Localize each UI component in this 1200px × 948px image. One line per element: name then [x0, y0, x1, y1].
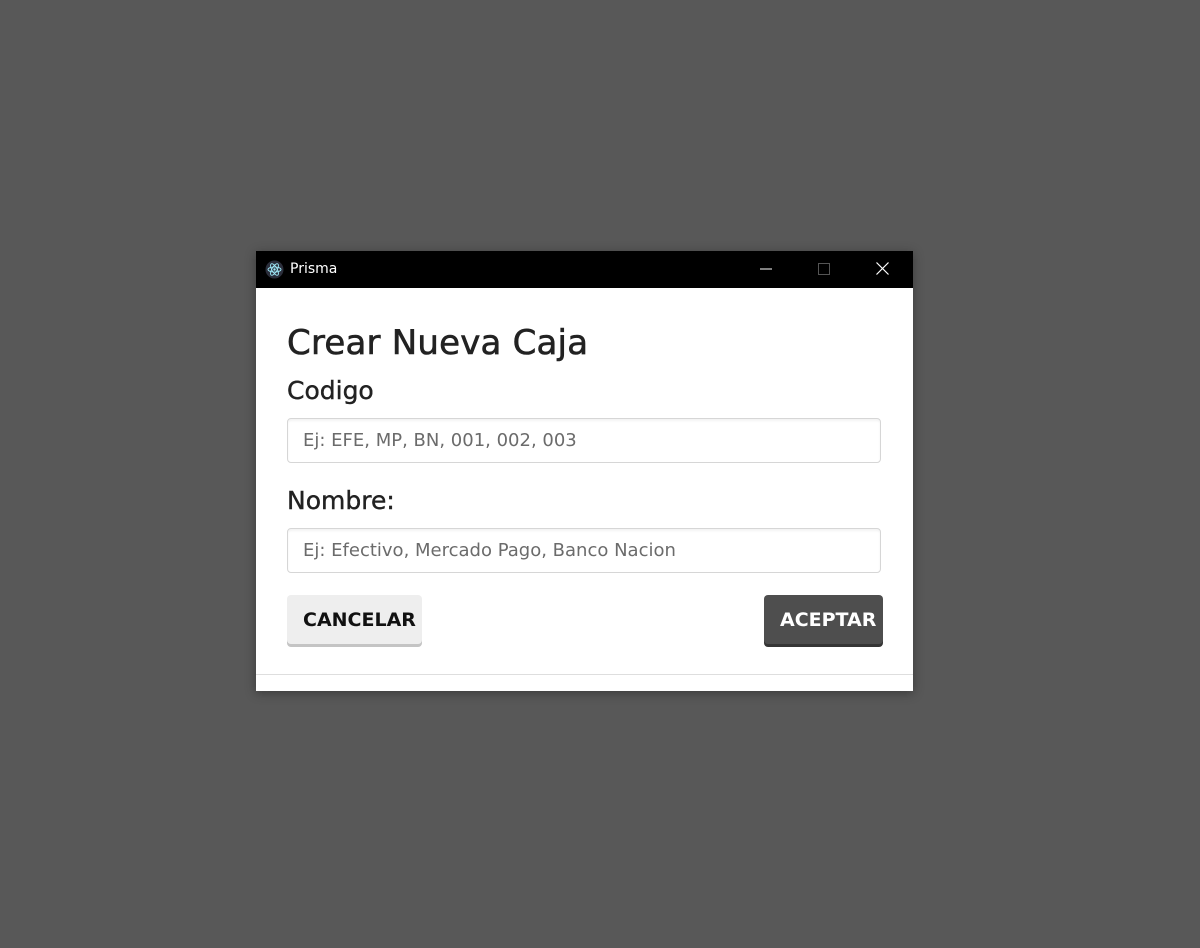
codigo-input[interactable] — [287, 418, 881, 463]
window-title: Prisma — [290, 261, 338, 277]
nombre-input[interactable] — [287, 528, 881, 573]
accept-button[interactable]: ACEPTAR — [764, 595, 883, 644]
footer-divider — [256, 674, 913, 675]
electron-atom-icon — [265, 260, 284, 279]
maximize-icon — [818, 260, 830, 279]
dialog-content: Crear Nueva Caja Codigo Nombre: CANCELAR… — [256, 288, 913, 691]
cancel-button[interactable]: CANCELAR — [287, 595, 422, 644]
codigo-label: Codigo — [287, 376, 374, 405]
maximize-button[interactable] — [795, 251, 853, 288]
page-title: Crear Nueva Caja — [287, 323, 589, 364]
title-bar[interactable]: Prisma — [256, 251, 913, 288]
close-icon — [875, 260, 889, 279]
close-button[interactable] — [853, 251, 911, 288]
nombre-label: Nombre: — [287, 486, 395, 515]
minimize-icon — [760, 260, 772, 279]
dialog-window: Prisma Crear Nueva Caja Codigo Nombre: C… — [256, 251, 913, 691]
minimize-button[interactable] — [737, 251, 795, 288]
